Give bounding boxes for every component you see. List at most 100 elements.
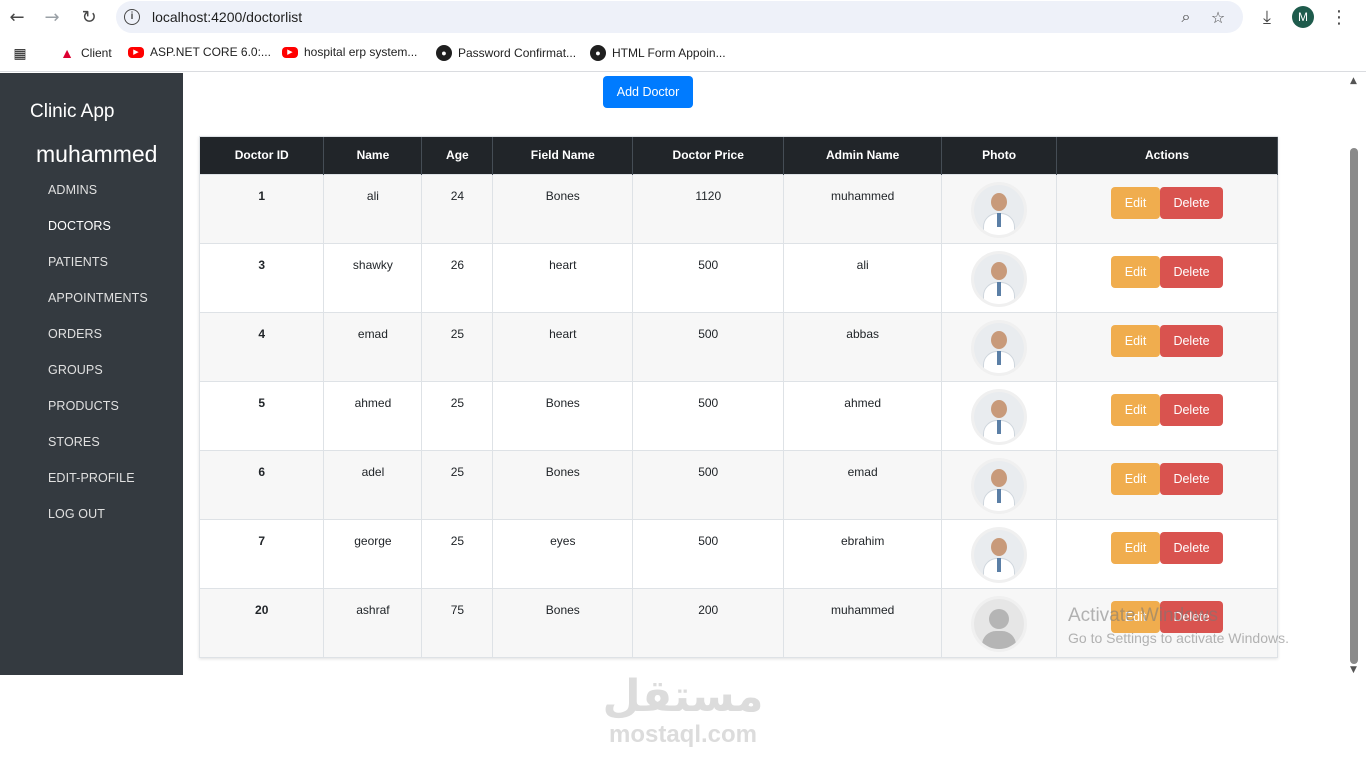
activate-windows-subtitle: Go to Settings to activate Windows. — [1068, 630, 1289, 646]
table-row: 3 shawky 26 heart 500 ali Edit Delete — [200, 242, 1278, 312]
cell-doctor-price: 500 — [632, 449, 785, 519]
scroll-down-icon[interactable]: ▼ — [1350, 665, 1357, 675]
cell-age: 25 — [421, 449, 494, 519]
cell-photo — [941, 173, 1058, 243]
cell-name: adel — [323, 449, 423, 519]
delete-button[interactable]: Delete — [1160, 186, 1224, 219]
apps-grid-icon[interactable]: ▦ — [12, 45, 34, 61]
cell-admin-name: ahmed — [783, 380, 943, 450]
scroll-up-icon[interactable]: ▲ — [1350, 76, 1357, 86]
delete-button[interactable]: Delete — [1160, 393, 1224, 426]
edit-button[interactable]: Edit — [1111, 393, 1161, 426]
sidebar-item-appointments[interactable]: APPOINTMENTS — [48, 291, 148, 305]
github-icon: ● — [590, 45, 606, 61]
sidebar-item-doctors[interactable]: DOCTORS — [48, 219, 111, 233]
cell-admin-name: ali — [783, 242, 943, 312]
cell-photo — [941, 587, 1058, 657]
bookmark-client[interactable]: ▲ Client — [59, 45, 112, 61]
cell-age: 75 — [421, 587, 494, 657]
cell-actions: Edit Delete — [1056, 449, 1278, 519]
youtube-icon: ▶ — [128, 46, 144, 58]
reload-icon[interactable]: ↻ — [77, 5, 101, 29]
sidebar-item-admins[interactable]: ADMINS — [48, 183, 97, 197]
cell-admin-name: muhammed — [783, 173, 943, 243]
delete-button[interactable]: Delete — [1160, 255, 1224, 288]
table-row: 6 adel 25 Bones 500 emad Edit Delete — [200, 449, 1278, 519]
menu-kebab-icon[interactable]: ⋮ — [1327, 5, 1351, 29]
col-doctor-id: Doctor ID — [200, 137, 325, 174]
cell-age: 24 — [421, 173, 494, 243]
site-info-icon[interactable]: i — [124, 9, 140, 25]
brand-title[interactable]: Clinic App — [30, 101, 115, 123]
edit-button[interactable]: Edit — [1111, 531, 1161, 564]
col-doctor-price: Doctor Price — [632, 137, 785, 174]
table-row: 7 george 25 eyes 500 ebrahim Edit Delete — [200, 518, 1278, 588]
cell-actions: Edit Delete — [1056, 242, 1278, 312]
edit-button[interactable]: Edit — [1111, 255, 1161, 288]
doctor-photo — [974, 184, 1025, 235]
table-header-row: Doctor ID Name Age Field Name Doctor Pri… — [200, 137, 1278, 174]
sidebar-item-groups[interactable]: GROUPS — [48, 363, 103, 377]
cell-admin-name: emad — [783, 449, 943, 519]
cell-name: ahmed — [323, 380, 423, 450]
delete-button[interactable]: Delete — [1160, 531, 1224, 564]
bookmark-password[interactable]: ● Password Confirmat... — [436, 45, 576, 61]
mostaql-logo-arabic: مستقل — [602, 671, 764, 722]
cell-actions: Edit Delete — [1056, 173, 1278, 243]
url-text[interactable]: localhost:4200/doctorlist — [152, 9, 302, 25]
sidebar: Clinic App muhammed ADMINS DOCTORS PATIE… — [0, 73, 183, 675]
edit-button[interactable]: Edit — [1111, 462, 1161, 495]
bookmark-hospital-erp[interactable]: ▶ hospital erp system... — [282, 45, 417, 59]
cell-photo — [941, 449, 1058, 519]
add-doctor-button[interactable]: Add Doctor — [603, 76, 693, 108]
sidebar-item-products[interactable]: PRODUCTS — [48, 399, 119, 413]
edit-button[interactable]: Edit — [1111, 324, 1161, 357]
cell-actions: Edit Delete — [1056, 311, 1278, 381]
bookmark-aspnet[interactable]: ▶ ASP.NET CORE 6.0:... — [128, 45, 271, 59]
cell-doctor-id: 5 — [200, 380, 325, 450]
cell-field-name: Bones — [492, 587, 634, 657]
doctor-photo — [974, 391, 1025, 442]
bookmark-html-form[interactable]: ● HTML Form Appoin... — [590, 45, 726, 61]
sidebar-item-stores[interactable]: STORES — [48, 435, 100, 449]
delete-button[interactable]: Delete — [1160, 324, 1224, 357]
edit-button[interactable]: Edit — [1111, 186, 1161, 219]
sidebar-item-patients[interactable]: PATIENTS — [48, 255, 108, 269]
table-row: 4 emad 25 heart 500 abbas Edit Delete — [200, 311, 1278, 381]
doctor-photo — [974, 460, 1025, 511]
profile-avatar[interactable]: M — [1292, 6, 1314, 28]
col-name: Name — [323, 137, 423, 174]
sidebar-item-edit-profile[interactable]: EDIT-PROFILE — [48, 471, 135, 485]
cell-doctor-price: 200 — [632, 587, 785, 657]
col-admin-name: Admin Name — [783, 137, 943, 174]
bookmark-star-icon[interactable]: ☆ — [1207, 6, 1229, 28]
cell-photo — [941, 518, 1058, 588]
delete-button[interactable]: Delete — [1160, 462, 1224, 495]
back-arrow-icon[interactable]: ← — [5, 5, 29, 29]
download-icon[interactable]: ⤓ — [1255, 5, 1279, 29]
cell-age: 26 — [421, 242, 494, 312]
zoom-icon[interactable]: ⌕ — [1175, 6, 1197, 28]
address-bar[interactable]: i localhost:4200/doctorlist ⌕ ☆ — [116, 1, 1243, 33]
youtube-icon: ▶ — [282, 46, 298, 58]
col-age: Age — [421, 137, 494, 174]
scrollbar-thumb[interactable] — [1350, 148, 1358, 664]
mostaql-watermark: مستقل mostaql.com — [598, 672, 768, 748]
cell-name: george — [323, 518, 423, 588]
cell-name: ashraf — [323, 587, 423, 657]
cell-doctor-id: 7 — [200, 518, 325, 588]
cell-field-name: Bones — [492, 380, 634, 450]
col-photo: Photo — [941, 137, 1058, 174]
cell-photo — [941, 311, 1058, 381]
github-icon: ● — [436, 45, 452, 61]
cell-age: 25 — [421, 380, 494, 450]
cell-age: 25 — [421, 518, 494, 588]
sidebar-item-orders[interactable]: ORDERS — [48, 327, 102, 341]
cell-doctor-price: 1120 — [632, 173, 785, 243]
sidebar-item-log-out[interactable]: LOG OUT — [48, 507, 105, 521]
angular-icon: ▲ — [60, 45, 74, 61]
cell-age: 25 — [421, 311, 494, 381]
cell-name: shawky — [323, 242, 423, 312]
forward-arrow-icon[interactable]: → — [40, 5, 64, 29]
bookmarks-bar: ▦ ▲ Client ▶ ASP.NET CORE 6.0:... ▶ hospita… — [0, 34, 1366, 72]
